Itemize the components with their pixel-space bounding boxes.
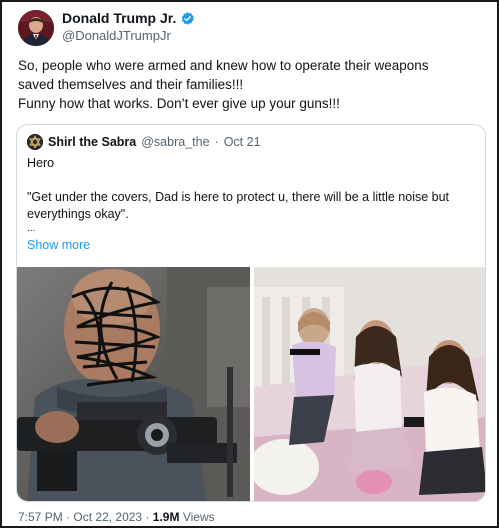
quoted-line: Hero — [27, 156, 55, 170]
tweet-line: Funny how that works. Don’t ever give up… — [18, 96, 340, 111]
views-count: 1.9M — [152, 510, 180, 524]
quoted-author-name[interactable]: Shirl the Sabra — [48, 135, 136, 149]
quoted-date[interactable]: Oct 21 — [224, 135, 261, 149]
post-date[interactable]: Oct 22, 2023 — [73, 510, 142, 524]
quoted-line: "Get under the covers, Dad is here to pr… — [27, 190, 450, 204]
tweet-header: Donald Trump Jr. @DonaldJTrumpJr — [16, 8, 486, 48]
footer-separator: · — [145, 510, 150, 524]
quoted-tweet-text: Hero "Get under the covers, Dad is here … — [27, 155, 477, 235]
footer-separator: · — [66, 510, 71, 524]
tweet-card: Donald Trump Jr. @DonaldJTrumpJr So, peo… — [0, 0, 499, 528]
quoted-tweet[interactable]: Shirl the Sabra @sabra_the · Oct 21 Hero… — [16, 124, 486, 502]
author-name-row: Donald Trump Jr. — [62, 10, 195, 26]
photo-children-on-bed[interactable] — [254, 267, 485, 501]
star-of-david-avatar-icon — [27, 134, 43, 150]
tweet-footer: 7:57 PM · Oct 22, 2023 · 1.9M Views — [18, 510, 215, 524]
quoted-tweet-header: Shirl the Sabra @sabra_the · Oct 21 — [27, 134, 261, 150]
author-handle[interactable]: @DonaldJTrumpJr — [62, 28, 171, 43]
tweet-line: So, people who were armed and knew how t… — [18, 58, 429, 73]
quoted-line — [27, 172, 477, 189]
photo-man-with-rifle[interactable] — [17, 267, 250, 501]
post-time[interactable]: 7:57 PM — [18, 510, 63, 524]
tweet-line: saved themselves and their families!!! — [18, 77, 244, 92]
verified-badge-icon — [180, 11, 195, 26]
quoted-media — [17, 267, 485, 501]
tweet-text: So, people who were armed and knew how t… — [18, 56, 488, 113]
quoted-separator: · — [214, 135, 219, 149]
quoted-line: everythings okay". — [27, 207, 129, 221]
views-label: Views — [182, 510, 215, 524]
quoted-line: ... — [27, 223, 36, 234]
show-more-link[interactable]: Show more — [27, 238, 90, 252]
author-avatar[interactable] — [18, 10, 54, 46]
quoted-author-handle[interactable]: @sabra_the — [141, 135, 209, 149]
author-name[interactable]: Donald Trump Jr. — [62, 10, 176, 26]
